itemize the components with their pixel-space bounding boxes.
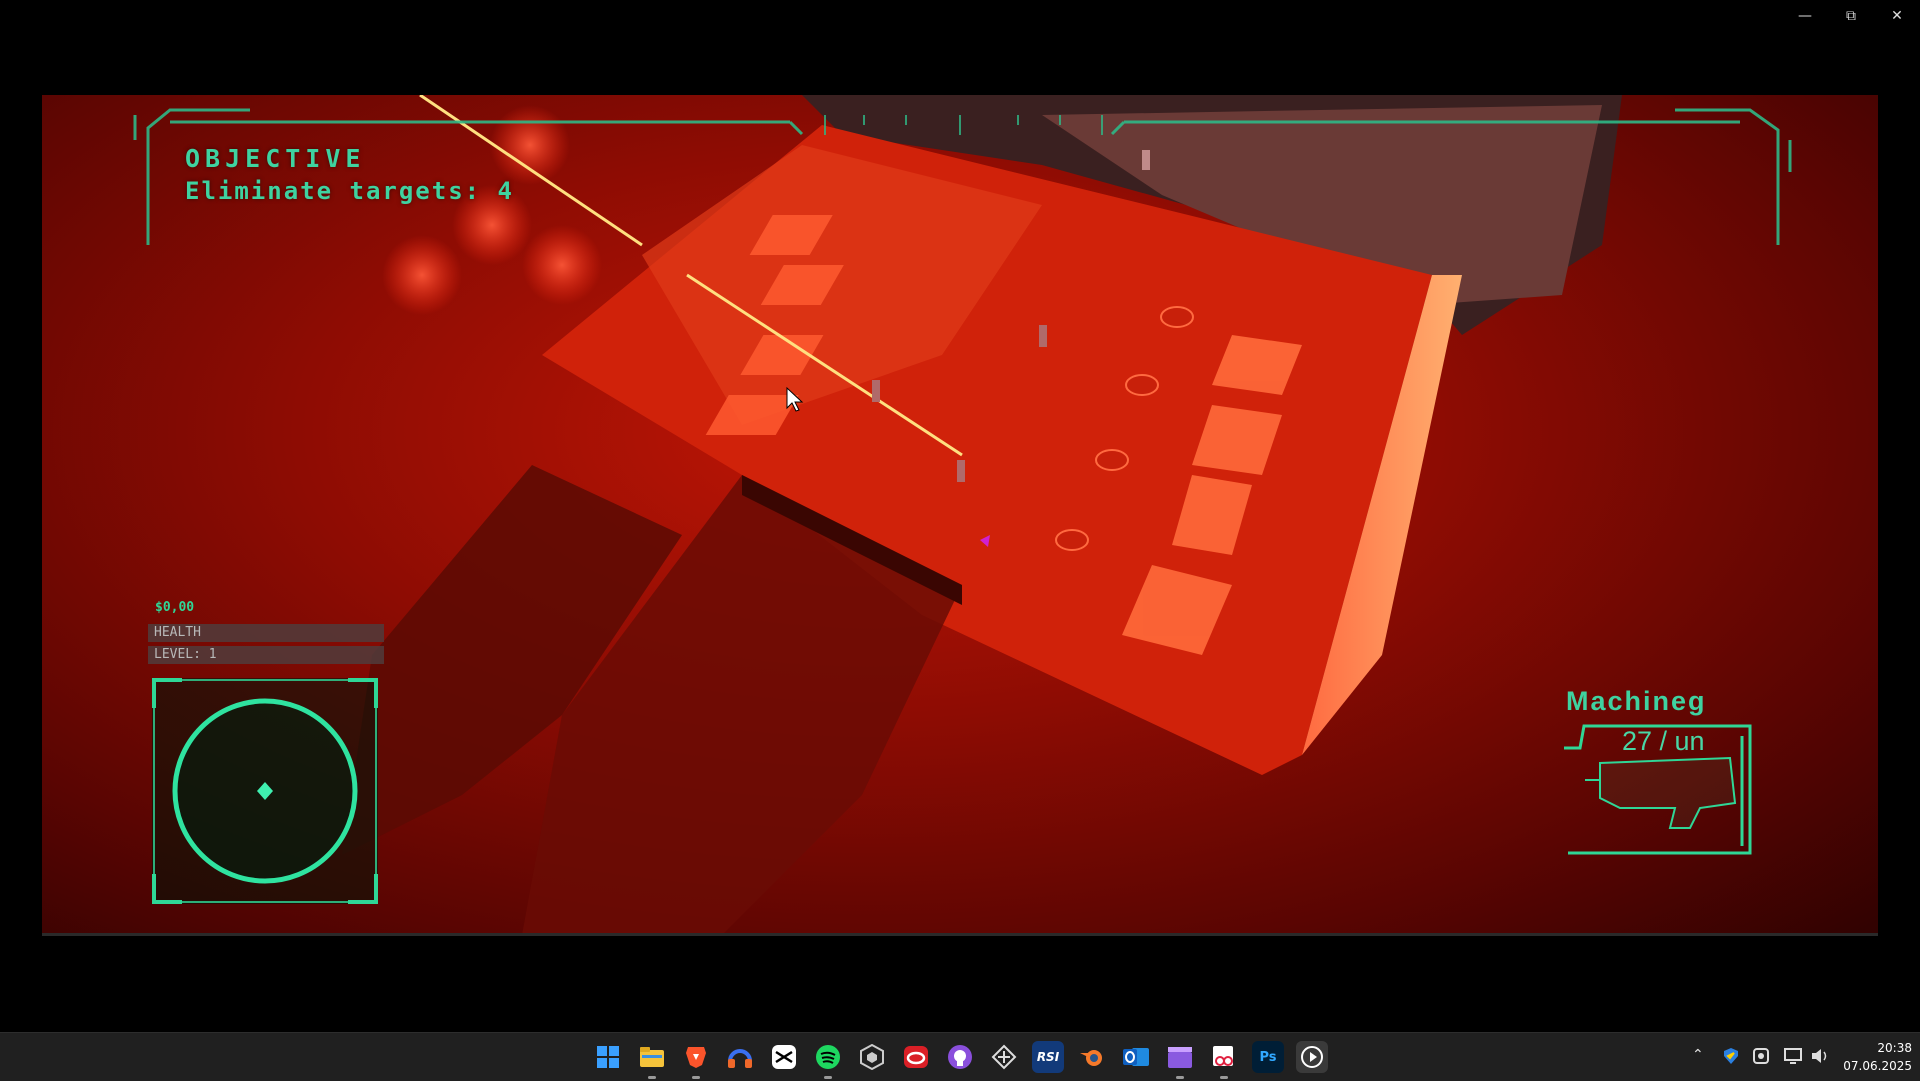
creative-cloud-icon[interactable]: [900, 1041, 932, 1073]
display-network-icon[interactable]: [1784, 1047, 1804, 1069]
tool-app-icon[interactable]: [988, 1041, 1020, 1073]
volume-icon[interactable]: [1810, 1047, 1830, 1069]
screen: — ⧉ ✕ OBJECTIVE Eliminate targets: 4 $0,…: [0, 0, 1920, 1081]
outlook-icon[interactable]: [1120, 1041, 1152, 1073]
capcut-icon[interactable]: [772, 1045, 796, 1069]
objective-text: Eliminate targets: 4: [185, 177, 514, 205]
health-label: HEALTH: [154, 625, 201, 640]
brave-browser-icon[interactable]: [680, 1041, 712, 1079]
spotify-icon[interactable]: [812, 1041, 844, 1079]
unity-hub-icon[interactable]: [856, 1041, 888, 1073]
health-bar: HEALTH: [148, 624, 384, 642]
ammo-counter: 27 / un: [1622, 726, 1705, 756]
network-app-icon[interactable]: [1752, 1047, 1770, 1069]
weapon-name: Machineg: [1566, 686, 1707, 716]
windows-start-icon[interactable]: [592, 1041, 624, 1073]
media-player-icon[interactable]: [1296, 1041, 1328, 1073]
file-explorer-icon[interactable]: [636, 1041, 668, 1079]
machinegun-icon: [1585, 756, 1737, 829]
headset-app-icon[interactable]: [724, 1041, 756, 1073]
money-display: $0,00: [155, 600, 195, 615]
clapper-app-icon[interactable]: [1164, 1041, 1196, 1079]
snipping-tool-icon[interactable]: [1208, 1041, 1240, 1079]
security-icon[interactable]: [1722, 1047, 1740, 1069]
clock-time[interactable]: 20:38: [1862, 1041, 1912, 1055]
blender-icon[interactable]: [1076, 1041, 1108, 1073]
rsi-launcher-icon[interactable]: RSI: [1032, 1041, 1064, 1073]
objective-title: OBJECTIVE: [185, 144, 366, 173]
radar-minimap: [152, 678, 378, 904]
github-desktop-icon[interactable]: [944, 1041, 976, 1073]
tray-overflow-icon[interactable]: ⌃: [1692, 1047, 1704, 1063]
clock-date[interactable]: 07.06.2025: [1840, 1059, 1912, 1073]
level-label: LEVEL: 1: [154, 647, 217, 662]
level-bar: LEVEL: 1: [148, 646, 384, 664]
taskbar: RSI Ps ⌃ 20:38 07.06.2025: [0, 1032, 1920, 1081]
photoshop-icon[interactable]: Ps: [1252, 1041, 1284, 1073]
